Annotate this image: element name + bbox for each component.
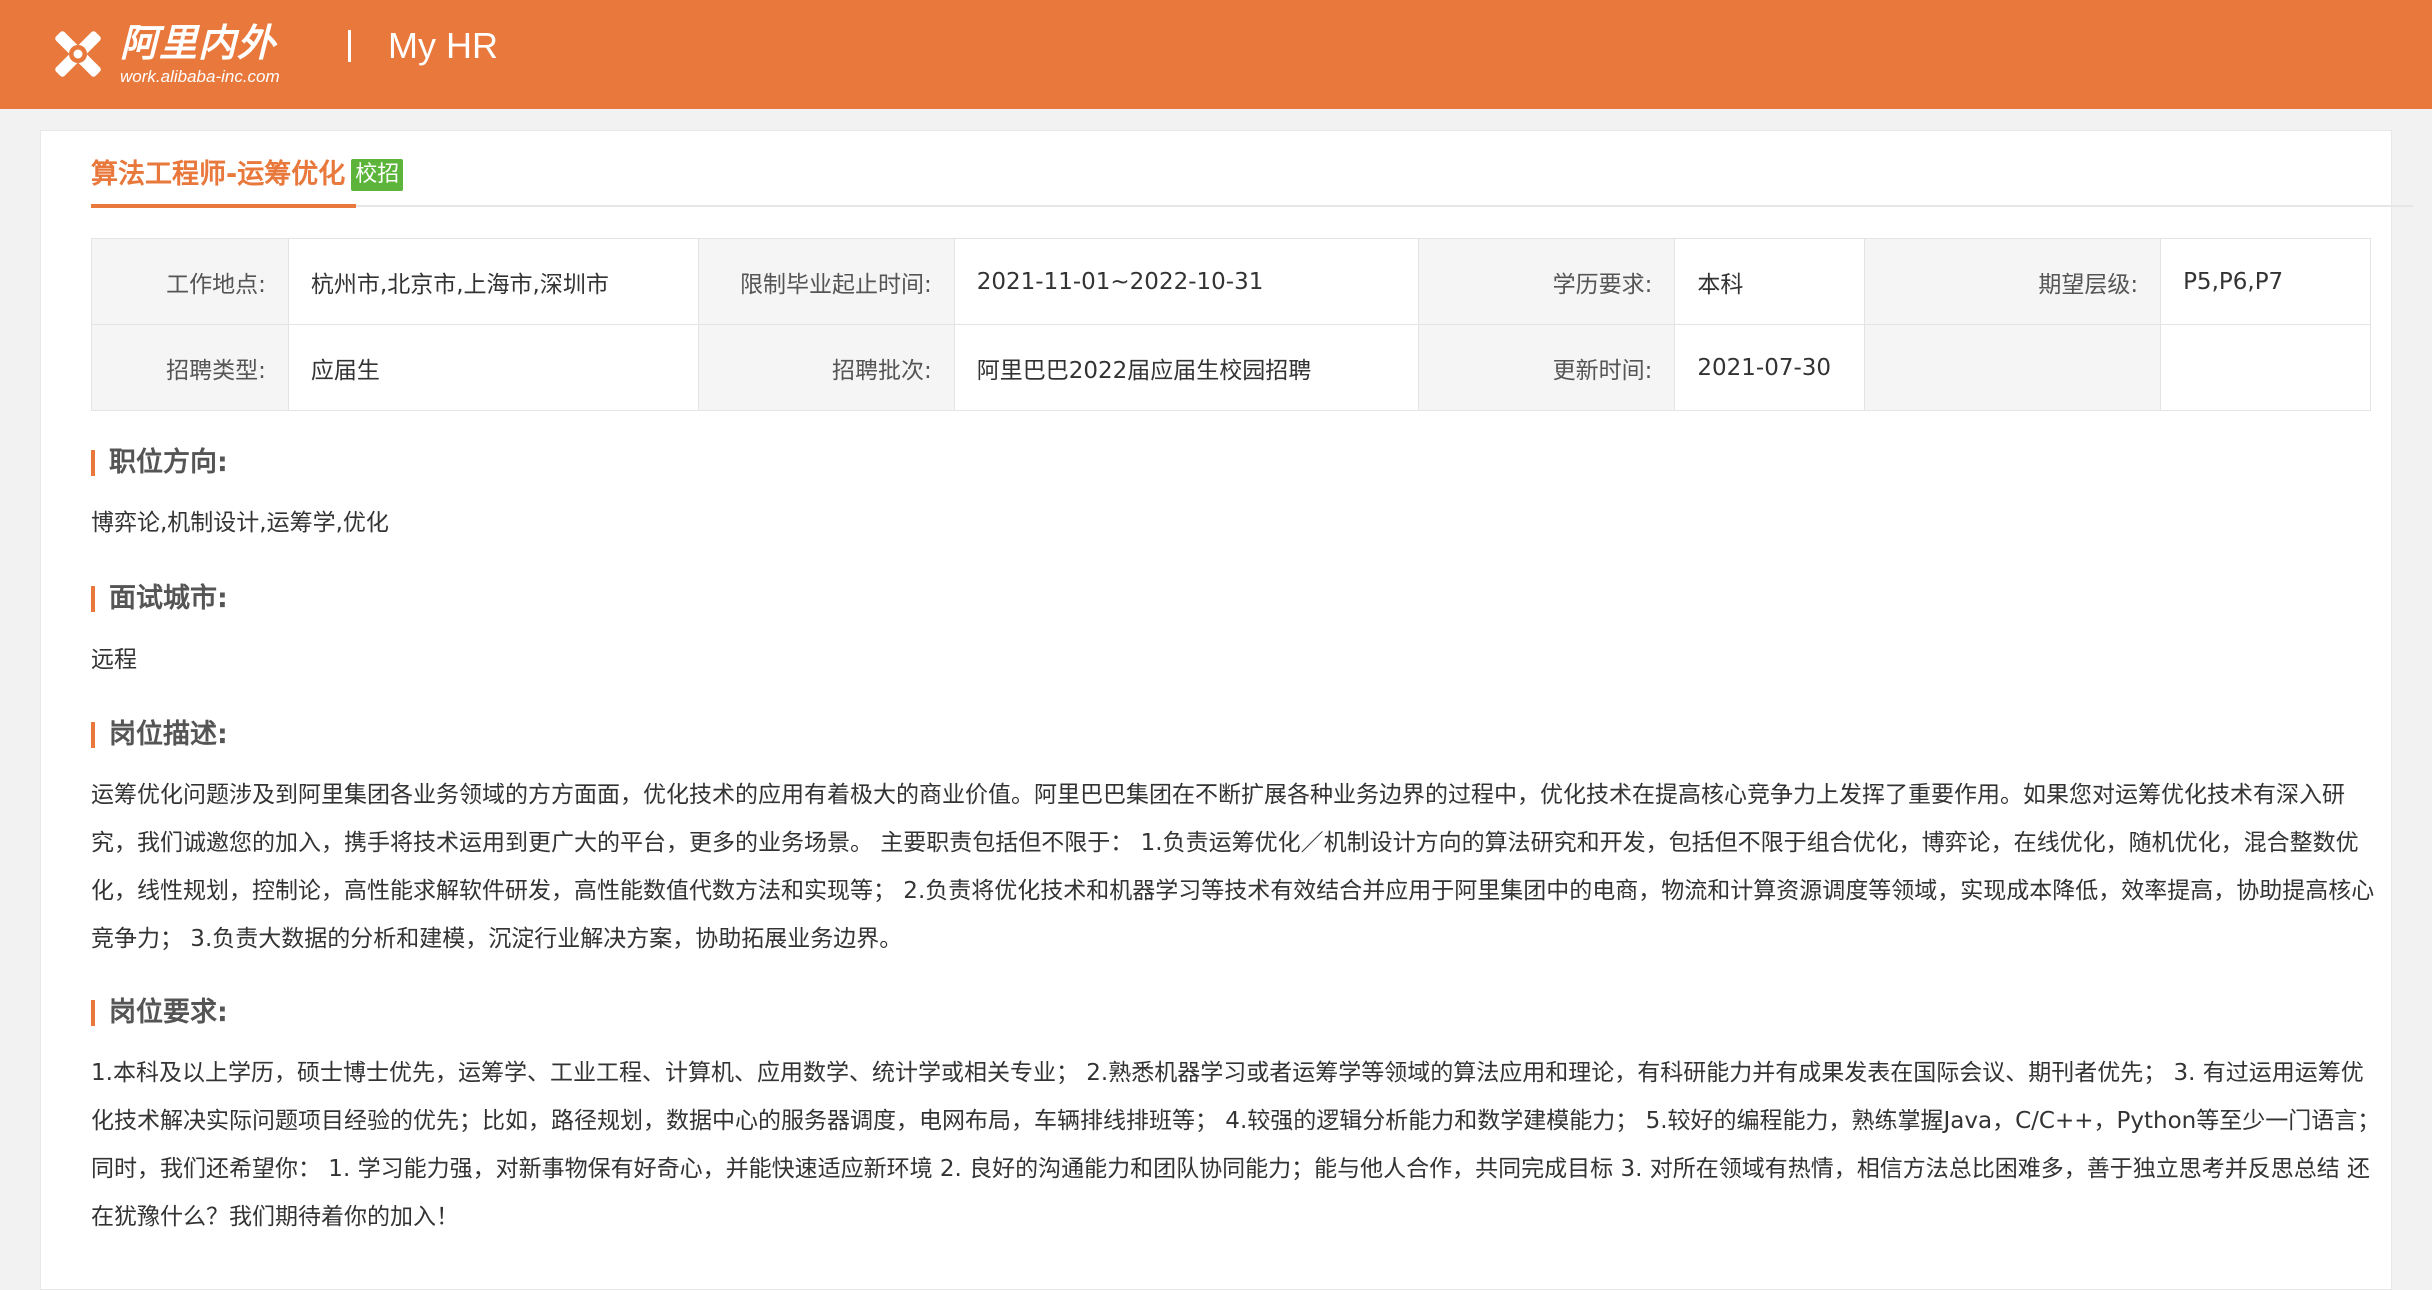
logo-url: work.alibaba-inc.com: [120, 66, 280, 86]
updated-label: 更新时间:: [1417, 324, 1676, 411]
grad-period-label: 限制毕业起止时间:: [697, 238, 955, 325]
info-row: 招聘类型: 应届生 招聘批次: 阿里巴巴2022届应届生校园招聘 更新时间: 2…: [91, 324, 2371, 411]
campus-recruit-badge: 校招: [351, 159, 404, 191]
section-accent-bar: [91, 722, 95, 748]
top-navigation-bar: 阿里内外 work.alibaba-inc.com My HR: [0, 0, 2432, 109]
header-divider: [348, 30, 351, 62]
city-section-title: 面试城市:: [91, 579, 228, 619]
requirements-section-title: 岗位要求:: [91, 993, 228, 1033]
alibaba-logo[interactable]: 阿里内外 work.alibaba-inc.com: [44, 14, 324, 94]
logo-mark-icon: [55, 31, 101, 77]
description-title: 岗位描述:: [109, 719, 228, 750]
requirements-title: 岗位要求:: [109, 997, 228, 1028]
direction-body: 博弈论,机制设计,运筹学,优化: [91, 510, 389, 536]
batch-value: 阿里巴巴2022届应届生校园招聘: [953, 324, 1419, 411]
section-accent-bar: [91, 450, 95, 476]
type-label: 招聘类型:: [91, 324, 289, 411]
description-section-title: 岗位描述:: [91, 715, 228, 755]
city-title: 面试城市:: [109, 583, 228, 614]
level-value: P5,P6,P7: [2160, 238, 2371, 325]
section-accent-bar: [91, 586, 95, 612]
city-body: 远程: [91, 647, 137, 673]
location-value: 杭州市,北京市,上海市,深圳市: [287, 238, 699, 325]
type-value: 应届生: [287, 324, 699, 411]
empty-value-cell: [2160, 324, 2371, 411]
job-info-table: 工作地点: 杭州市,北京市,上海市,深圳市 限制毕业起止时间: 2021-11-…: [91, 238, 2371, 411]
empty-label-cell: [1864, 324, 2162, 411]
grad-period-value: 2021-11-01~2022-10-31: [953, 238, 1419, 325]
batch-label: 招聘批次:: [697, 324, 955, 411]
info-row: 工作地点: 杭州市,北京市,上海市,深圳市 限制毕业起止时间: 2021-11-…: [91, 238, 2371, 325]
section-accent-bar: [91, 1000, 95, 1026]
direction-title: 职位方向:: [109, 447, 228, 478]
requirements-body: 1.本科及以上学历，硕士博士优先，运筹学、工业工程、计算机、应用数学、统计学或相…: [91, 1060, 2381, 1230]
header-underline: [91, 205, 2413, 207]
location-label: 工作地点:: [91, 238, 289, 325]
logo-name: 阿里内外: [120, 19, 277, 65]
updated-value: 2021-07-30: [1674, 324, 1866, 411]
job-header: 算法工程师-运筹优化 校招: [91, 153, 404, 197]
education-label: 学历要求:: [1417, 238, 1676, 325]
header-accent-line: [91, 204, 356, 208]
app-title[interactable]: My HR: [388, 22, 498, 70]
job-title: 算法工程师-运筹优化: [91, 159, 346, 190]
direction-section-title: 职位方向:: [91, 443, 228, 483]
description-body: 运筹优化问题涉及到阿里集团各业务领域的方方面面，优化技术的应用有着极大的商业价值…: [91, 782, 2375, 952]
education-value: 本科: [1674, 238, 1866, 325]
job-detail-card: 算法工程师-运筹优化 校招 工作地点: 杭州市,北京市,上海市,深圳市 限制毕业…: [40, 130, 2413, 1290]
level-label: 期望层级:: [1864, 238, 2162, 325]
